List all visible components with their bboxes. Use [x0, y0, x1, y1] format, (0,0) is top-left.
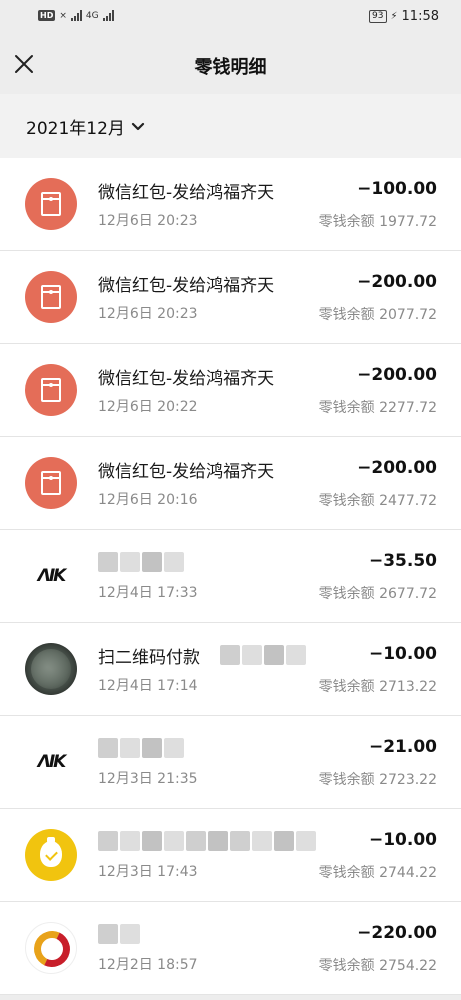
- blurred-title-suffix: [220, 645, 306, 665]
- transaction-time: 12月4日 17:33: [98, 585, 198, 601]
- transaction-row[interactable]: 12月2日 18:57 −220.00 零钱余额 2754.22: [0, 902, 461, 995]
- transaction-time: 12月4日 17:14: [98, 678, 198, 694]
- status-bar: HD × 4G 93 ⚡ 11:58: [0, 0, 461, 38]
- transaction-title: 微信红包-发给鸿福齐天: [98, 462, 275, 482]
- transaction-time: 12月3日 21:35: [98, 771, 198, 787]
- transaction-balance: 零钱余额 1977.72: [318, 214, 437, 230]
- transaction-balance: 零钱余额 2744.22: [318, 865, 437, 881]
- signal-icon: [70, 10, 82, 21]
- hd-badge: HD: [38, 10, 56, 21]
- transaction-balance: 零钱余额 2754.22: [318, 958, 437, 974]
- merchant-logo-text: ΛΙΚ: [37, 566, 67, 586]
- battery-icon: 93: [369, 10, 387, 23]
- merchant-logo: ΛΙΚ: [25, 736, 77, 788]
- transaction-row[interactable]: ΛΙΚ 12月3日 21:35 −21.00 零钱余额 2723.22: [0, 716, 461, 809]
- bank-logo: [25, 922, 77, 974]
- transaction-amount: −35.50: [368, 551, 437, 571]
- red-packet-icon: [25, 271, 77, 323]
- blurred-title: [98, 831, 316, 851]
- transaction-amount: −10.00: [368, 644, 437, 664]
- transaction-row[interactable]: 扫二维码付款 12月4日 17:14 −10.00 零钱余额 2713.22: [0, 623, 461, 716]
- signal-icon-2: [102, 10, 114, 21]
- page-title: 零钱明细: [194, 57, 267, 78]
- status-left: HD × 4G: [38, 10, 114, 21]
- chevron-down-icon: [131, 122, 145, 130]
- transaction-amount: −10.00: [368, 830, 437, 850]
- blurred-title: [98, 738, 184, 758]
- red-packet-icon: [25, 457, 77, 509]
- blurred-title: [98, 552, 184, 572]
- red-packet-icon: [25, 364, 77, 416]
- user-photo: [25, 643, 77, 695]
- network-indicator-right: 4G: [85, 10, 99, 21]
- transaction-amount: −200.00: [357, 365, 437, 385]
- red-packet-icon: [25, 178, 77, 230]
- transaction-balance: 零钱余额 2277.72: [318, 400, 437, 416]
- transaction-balance: 零钱余额 2723.22: [318, 772, 437, 788]
- transaction-time: 12月3日 17:43: [98, 864, 198, 880]
- transaction-time: 12月6日 20:23: [98, 213, 198, 229]
- transaction-title: 微信红包-发给鸿福齐天: [98, 369, 275, 389]
- transaction-amount: −21.00: [368, 737, 437, 757]
- transaction-title: 微信红包-发给鸿福齐天: [98, 183, 275, 203]
- status-right: 93 ⚡ 11:58: [369, 9, 439, 24]
- transaction-time: 12月2日 18:57: [98, 957, 198, 973]
- filter-bar: 2021年12月: [0, 94, 461, 158]
- month-label: 2021年12月: [26, 119, 125, 139]
- transaction-list: 微信红包-发给鸿福齐天 12月6日 20:23 −100.00 零钱余额 197…: [0, 158, 461, 995]
- header: 零钱明细: [0, 38, 461, 94]
- transaction-time: 12月6日 20:16: [98, 492, 198, 508]
- transaction-title: 扫二维码付款: [98, 648, 200, 668]
- transaction-balance: 零钱余额 2077.72: [318, 307, 437, 323]
- transaction-balance: 零钱余额 2477.72: [318, 493, 437, 509]
- month-selector[interactable]: 2021年12月: [26, 114, 145, 139]
- transaction-balance: 零钱余额 2713.22: [318, 679, 437, 695]
- blurred-title: [98, 924, 140, 944]
- transaction-time: 12月6日 20:23: [98, 306, 198, 322]
- merchant-logo: ΛΙΚ: [25, 550, 77, 602]
- transaction-row[interactable]: 微信红包-发给鸿福齐天 12月6日 20:16 −200.00 零钱余额 247…: [0, 437, 461, 530]
- transaction-amount: −220.00: [357, 923, 437, 943]
- gold-bag-icon: [25, 829, 77, 881]
- transaction-title: 微信红包-发给鸿福齐天: [98, 276, 275, 296]
- transaction-amount: −200.00: [357, 458, 437, 478]
- transaction-amount: −100.00: [357, 179, 437, 199]
- transaction-row[interactable]: 微信红包-发给鸿福齐天 12月6日 20:22 −200.00 零钱余额 227…: [0, 344, 461, 437]
- transaction-time: 12月6日 20:22: [98, 399, 198, 415]
- transaction-balance: 零钱余额 2677.72: [318, 586, 437, 602]
- merchant-logo-text: ΛΙΚ: [37, 752, 67, 772]
- clock: 11:58: [401, 9, 439, 24]
- transaction-row[interactable]: ΛΙΚ 12月4日 17:33 −35.50 零钱余额 2677.72: [0, 530, 461, 623]
- transaction-row[interactable]: 12月3日 17:43 −10.00 零钱余额 2744.22: [0, 809, 461, 902]
- charging-icon: ⚡: [390, 11, 398, 22]
- network-indicator-left: ×: [59, 10, 67, 21]
- transaction-row[interactable]: 微信红包-发给鸿福齐天 12月6日 20:23 −200.00 零钱余额 207…: [0, 251, 461, 344]
- transaction-row[interactable]: 微信红包-发给鸿福齐天 12月6日 20:23 −100.00 零钱余额 197…: [0, 158, 461, 251]
- transaction-amount: −200.00: [357, 272, 437, 292]
